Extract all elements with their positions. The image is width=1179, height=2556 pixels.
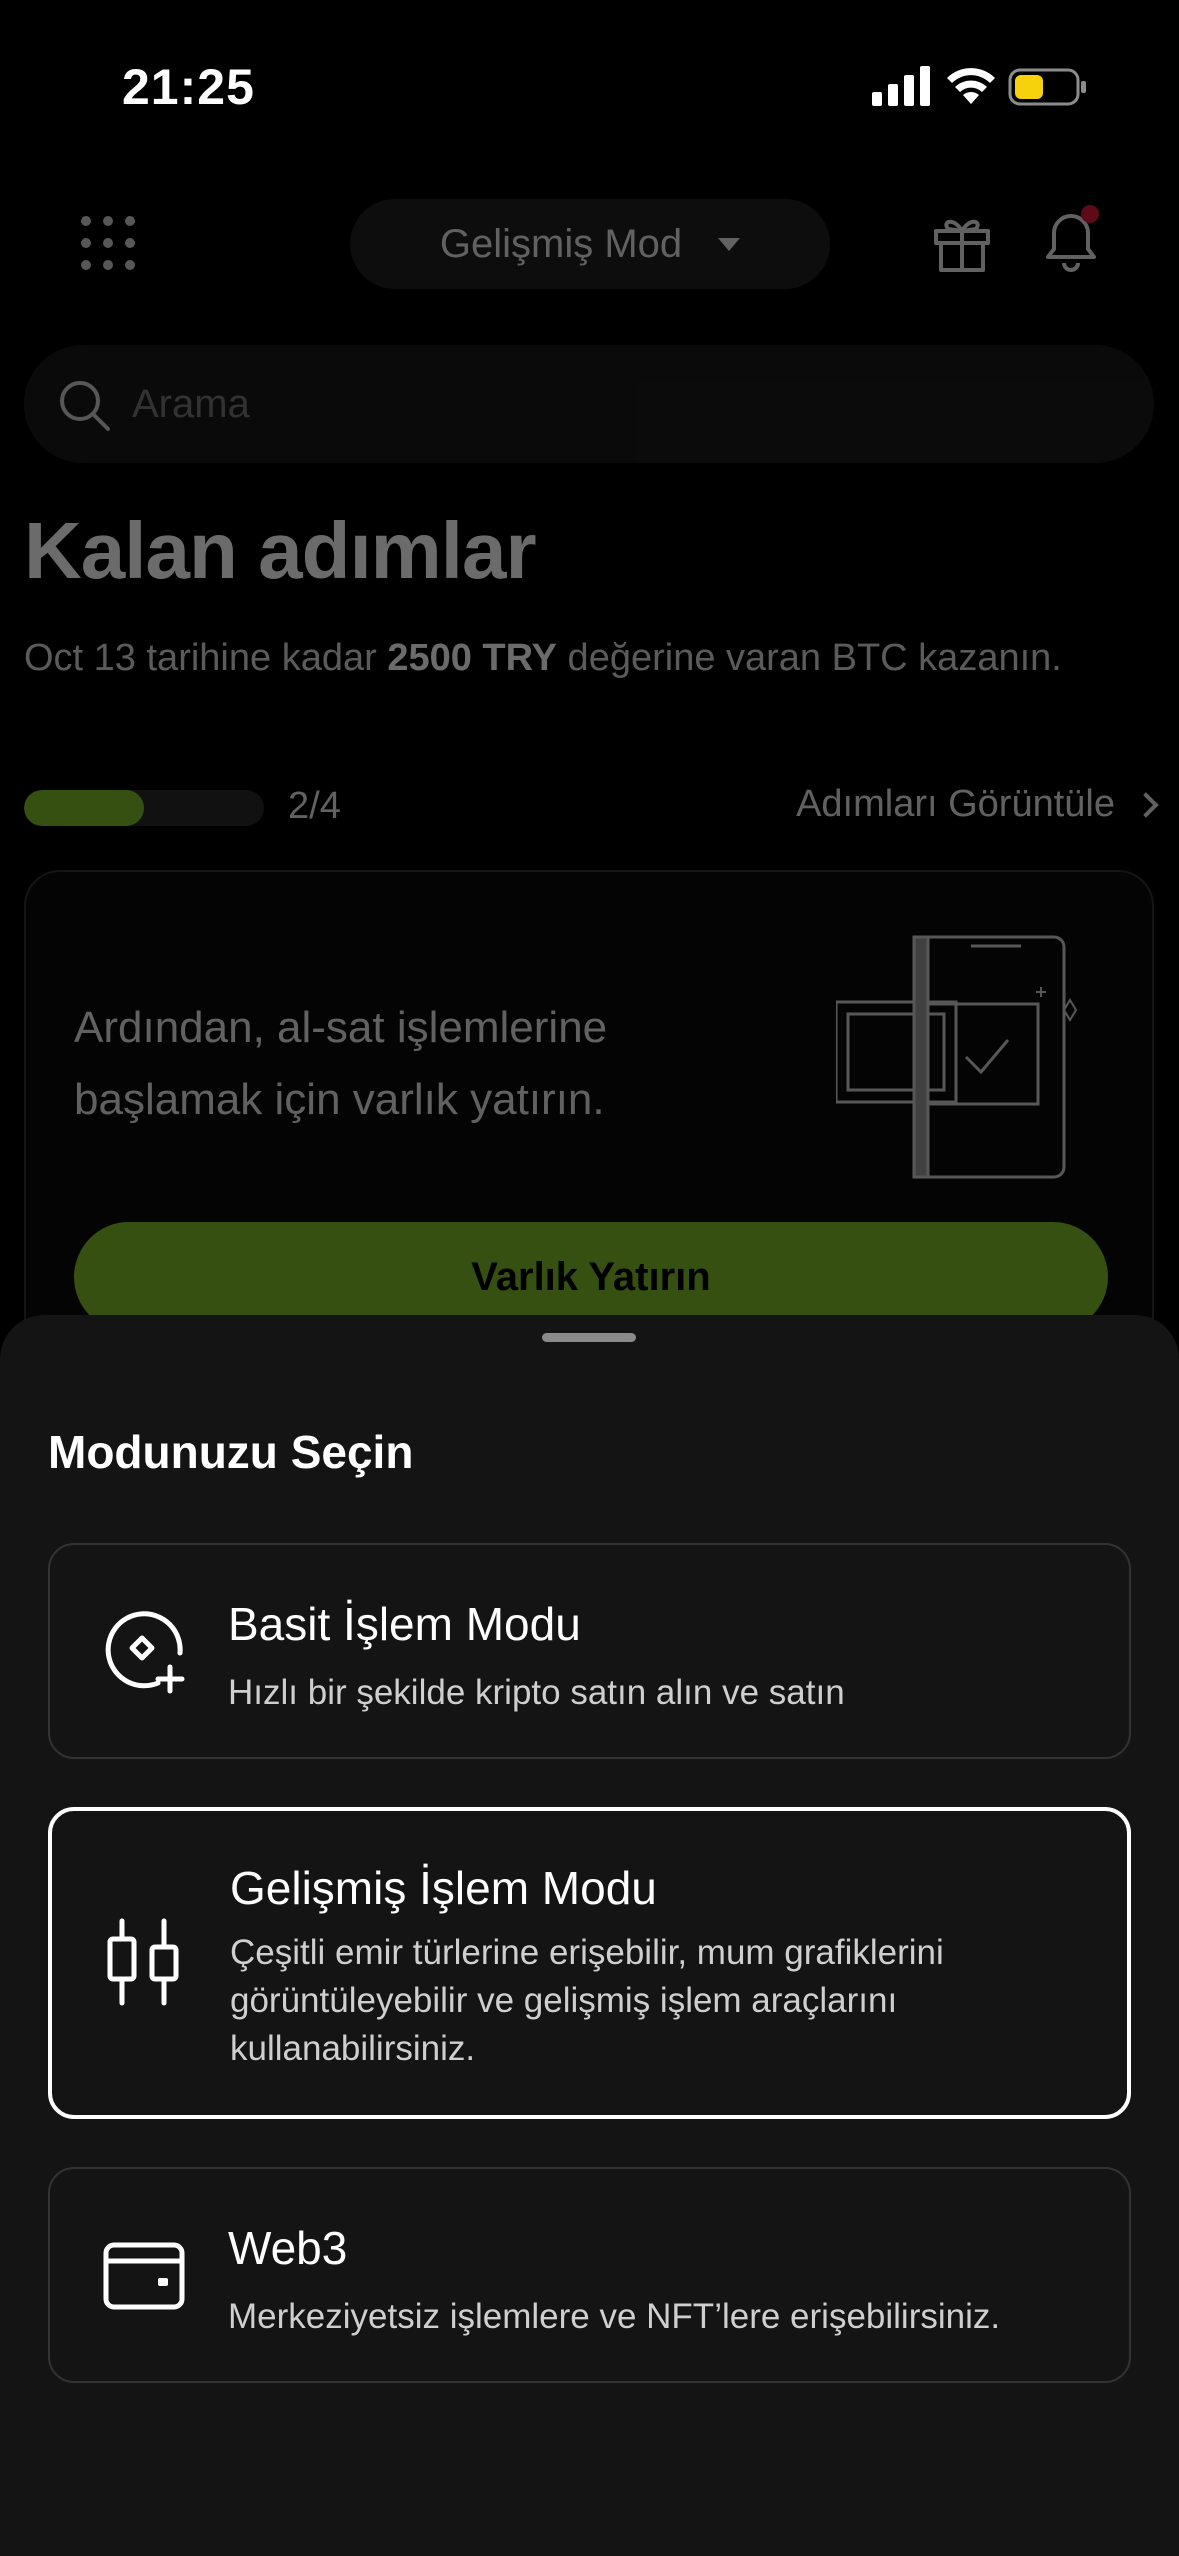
- chevron-right-icon: [1133, 791, 1159, 818]
- grid-menu-icon[interactable]: [80, 215, 136, 271]
- wifi-icon: [947, 68, 995, 104]
- steps-progress-bar: [24, 790, 264, 826]
- remaining-steps-description: Oct 13 tarihine kadar 2500 TRY değerine …: [24, 637, 1062, 679]
- candlestick-icon: [107, 1918, 179, 2006]
- view-steps-link[interactable]: Adımları Görüntüle: [796, 783, 1159, 826]
- steps-progress-count: 2/4: [288, 785, 341, 827]
- search-bar[interactable]: [24, 345, 1154, 463]
- battery-icon: [1008, 68, 1086, 106]
- option-description: Çeşitli emir türlerine erişebilir, mum g…: [230, 1933, 944, 2068]
- status-bar: 21:25: [0, 0, 1179, 175]
- wallet-icon: [103, 2242, 185, 2310]
- option-web3-mode[interactable]: Web3 Merkeziyetsiz işlemlere ve NFT’lere…: [48, 2167, 1131, 2383]
- option-description: Hızlı bir şekilde kripto satın alın ve s…: [228, 1673, 845, 1712]
- option-title: Basit İşlem Modu: [228, 1598, 581, 1650]
- status-time: 21:25: [122, 59, 255, 115]
- sheet-title: Modunuzu Seçin: [48, 1426, 414, 1478]
- home-background: Gelişmiş Mod Kalan adımlar Oct 13 tarihi…: [0, 175, 1179, 1390]
- mode-selector-label: Gelişmiş Mod: [439, 221, 683, 266]
- option-advanced-mode[interactable]: Gelişmiş İşlem Modu Çeşitli emir türleri…: [48, 1807, 1131, 2119]
- remaining-steps-title: Kalan adımlar: [24, 506, 537, 595]
- option-title: Web3: [228, 2222, 348, 2274]
- steps-progress-fill: [24, 790, 144, 826]
- simple-trade-icon: [105, 1611, 185, 1694]
- deposit-card-text: Ardından, al-sat işlemlerine başlamak iç…: [74, 1003, 608, 1124]
- option-description: Merkeziyetsiz işlemlere ve NFT’lere eriş…: [228, 2297, 1001, 2336]
- caret-down-icon: [718, 237, 741, 251]
- option-title: Gelişmiş İşlem Modu: [230, 1862, 657, 1914]
- deposit-card: Ardından, al-sat işlemlerine başlamak iç…: [24, 870, 1154, 1390]
- search-input[interactable]: [132, 345, 1132, 463]
- sheet-grabber[interactable]: [542, 1333, 636, 1342]
- signal-icon: [872, 66, 930, 106]
- gift-icon[interactable]: [932, 213, 992, 273]
- option-simple-mode[interactable]: Basit İşlem Modu Hızlı bir şekilde kript…: [48, 1543, 1131, 1759]
- phone-deposit-illustration: [836, 935, 1078, 1179]
- view-steps-label: Adımları Görüntüle: [796, 783, 1115, 825]
- mode-selector[interactable]: Gelişmiş Mod: [350, 199, 830, 289]
- bell-icon[interactable]: [1040, 205, 1102, 275]
- mode-selection-sheet: Modunuzu Seçin Basit İşlem Modu Hızlı bi…: [0, 1315, 1179, 2556]
- notification-dot: [1081, 205, 1099, 223]
- search-icon: [60, 381, 110, 431]
